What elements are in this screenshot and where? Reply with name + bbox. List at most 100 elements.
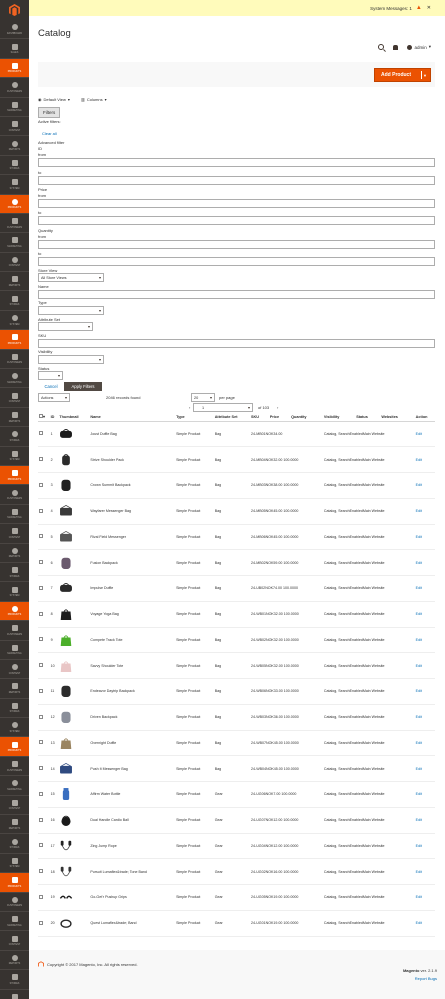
thumbnail-cell[interactable] xyxy=(58,704,90,731)
sidebar-item-content[interactable]: Content xyxy=(0,524,29,544)
sidebar-item-marketing[interactable]: Marketing xyxy=(0,641,29,660)
table-row[interactable]: 2 Strive Shoulder Pack Simple Product Bag 24… xyxy=(38,446,435,473)
cancel-filters-button[interactable]: Cancel xyxy=(38,382,64,391)
sidebar-item-marketing[interactable]: Marketing xyxy=(0,98,29,117)
row-select-cell[interactable] xyxy=(38,472,50,499)
sidebar-item-reports[interactable]: Reports xyxy=(0,679,29,699)
row-select-cell[interactable] xyxy=(38,678,50,705)
table-row[interactable]: 7 Impulse Duffle Simple Product Bag 24-UB02N… xyxy=(38,575,435,602)
row-select-cell[interactable] xyxy=(38,730,50,757)
sku-input[interactable] xyxy=(38,339,435,348)
row-select-cell[interactable] xyxy=(38,524,50,551)
edit-link[interactable]: Edit xyxy=(414,678,435,705)
thumbnail-cell[interactable] xyxy=(58,575,90,602)
product-thumbnail[interactable] xyxy=(59,504,73,518)
thumbnail-cell[interactable] xyxy=(58,549,90,576)
clear-all-link[interactable]: Clear all xyxy=(42,131,57,136)
sidebar-item-customers[interactable]: Customers xyxy=(0,621,29,641)
thumbnail-cell[interactable] xyxy=(58,421,90,448)
thumbnail-cell[interactable] xyxy=(58,601,90,628)
product-thumbnail[interactable] xyxy=(59,865,73,879)
store-view-select[interactable]: All Store Views xyxy=(38,273,104,282)
row-select-cell[interactable] xyxy=(38,498,50,525)
product-thumbnail[interactable] xyxy=(59,839,73,853)
column-header-type[interactable]: Type xyxy=(175,413,214,422)
table-row[interactable]: 10 Savvy Shoulder Tote Simple Product Bag 24… xyxy=(38,652,435,679)
sidebar-item-customers[interactable]: Customers xyxy=(0,893,29,912)
sidebar-item-stores[interactable]: Stores xyxy=(0,427,29,447)
sidebar-item-system[interactable]: System xyxy=(0,447,29,466)
table-row[interactable]: 15 Affirm Water Bottle Simple Product Gear 2… xyxy=(38,781,435,808)
mass-actions-select[interactable]: Actions xyxy=(38,393,70,402)
edit-link[interactable]: Edit xyxy=(414,472,435,499)
sidebar-item-customers[interactable]: Customers xyxy=(0,78,29,98)
thumbnail-cell[interactable] xyxy=(58,730,90,757)
column-header-attribute-set[interactable]: Attribute Set xyxy=(213,413,250,422)
row-checkbox[interactable] xyxy=(39,688,43,693)
sidebar-item-products[interactable]: Products xyxy=(0,330,29,350)
table-row[interactable]: 6 Fusion Backpack Simple Product Bag 24-MB02… xyxy=(38,549,435,576)
edit-link[interactable]: Edit xyxy=(414,575,435,602)
column-header-name[interactable]: Name xyxy=(89,413,176,422)
sidebar-item-products[interactable]: Products xyxy=(0,737,29,757)
row-select-cell[interactable] xyxy=(38,807,50,834)
product-thumbnail[interactable] xyxy=(59,916,73,930)
filters-button[interactable]: Filters xyxy=(38,107,61,118)
row-checkbox[interactable] xyxy=(39,482,43,487)
product-thumbnail[interactable] xyxy=(59,581,73,595)
table-row[interactable]: 8 Voyage Yoga Bag Simple Product Bag 24-WB01… xyxy=(38,601,435,628)
sidebar-item-stores[interactable]: Stores xyxy=(0,834,29,854)
row-checkbox[interactable] xyxy=(39,637,43,642)
sidebar-item-marketing[interactable]: Marketing xyxy=(0,505,29,525)
row-select-cell[interactable] xyxy=(38,652,50,679)
id-to-input[interactable] xyxy=(38,176,435,185)
product-thumbnail[interactable] xyxy=(59,633,73,647)
sidebar-item-stores[interactable]: Stores xyxy=(0,291,29,311)
edit-link[interactable]: Edit xyxy=(414,549,435,576)
row-checkbox[interactable] xyxy=(39,585,43,590)
column-header-price[interactable]: Price xyxy=(268,413,291,422)
sidebar-item-products[interactable]: Products xyxy=(0,58,29,79)
product-thumbnail[interactable] xyxy=(59,453,73,467)
edit-link[interactable]: Edit xyxy=(414,755,435,782)
sidebar-item-content[interactable]: Content xyxy=(0,796,29,816)
sidebar-item-reports[interactable]: Reports xyxy=(0,544,29,563)
row-select-cell[interactable] xyxy=(38,446,50,473)
row-checkbox[interactable] xyxy=(39,611,43,616)
product-thumbnail[interactable] xyxy=(59,556,73,570)
product-thumbnail[interactable] xyxy=(59,762,73,776)
id-from-input[interactable] xyxy=(38,158,435,167)
row-checkbox[interactable] xyxy=(39,560,43,565)
row-select-cell[interactable] xyxy=(38,549,50,576)
thumbnail-cell[interactable] xyxy=(58,627,90,654)
table-row[interactable]: 18 Pursuit Lumaflex&trade; Tone Band Simpl… xyxy=(38,858,435,885)
thumbnail-cell[interactable] xyxy=(58,678,90,705)
column-header-websites[interactable]: Websites xyxy=(380,413,415,422)
notifications-bell-icon[interactable] xyxy=(393,44,399,50)
table-row[interactable]: 20 Quest Lumaflex&trade; Band Simple Produ… xyxy=(38,910,435,937)
row-checkbox[interactable] xyxy=(39,869,43,874)
default-view-dropdown[interactable]: ◉ Default View ▾ xyxy=(38,97,70,102)
sidebar-item-products[interactable]: Products xyxy=(0,194,29,214)
edit-link[interactable]: Edit xyxy=(414,781,435,808)
thumbnail-cell[interactable] xyxy=(58,498,90,525)
thumbnail-cell[interactable] xyxy=(58,652,90,679)
sidebar-item-customers[interactable]: Customers xyxy=(0,485,29,505)
thumbnail-cell[interactable] xyxy=(58,858,90,885)
chevron-down-icon[interactable]: ▼ xyxy=(423,73,427,78)
table-row[interactable]: 3 Crown Summit Backpack Simple Product Bag 2… xyxy=(38,472,435,499)
column-header-id[interactable]: ID xyxy=(49,413,59,422)
row-select-cell[interactable] xyxy=(38,858,50,885)
thumbnail-cell[interactable] xyxy=(58,524,90,551)
table-row[interactable]: 16 Dual Handle Cardio Ball Simple Product G… xyxy=(38,807,435,834)
edit-link[interactable]: Edit xyxy=(414,524,435,551)
table-row[interactable]: 12 Driven Backpack Simple Product Bag 24-WB0… xyxy=(38,704,435,731)
row-checkbox[interactable] xyxy=(39,508,43,513)
sidebar-item-products[interactable]: Products xyxy=(0,465,29,486)
sidebar-item-content[interactable]: Content xyxy=(0,117,29,137)
add-product-button[interactable]: Add Product ▼ xyxy=(374,68,431,82)
table-row[interactable]: 11 Endeavor Daytrip Backpack Simple Produc… xyxy=(38,678,435,705)
table-row[interactable]: 4 Wayfarer Messenger Bag Simple Product Bag… xyxy=(38,498,435,525)
column-header-thumbnail[interactable]: Thumbnail xyxy=(58,413,90,422)
row-checkbox[interactable] xyxy=(39,457,43,462)
